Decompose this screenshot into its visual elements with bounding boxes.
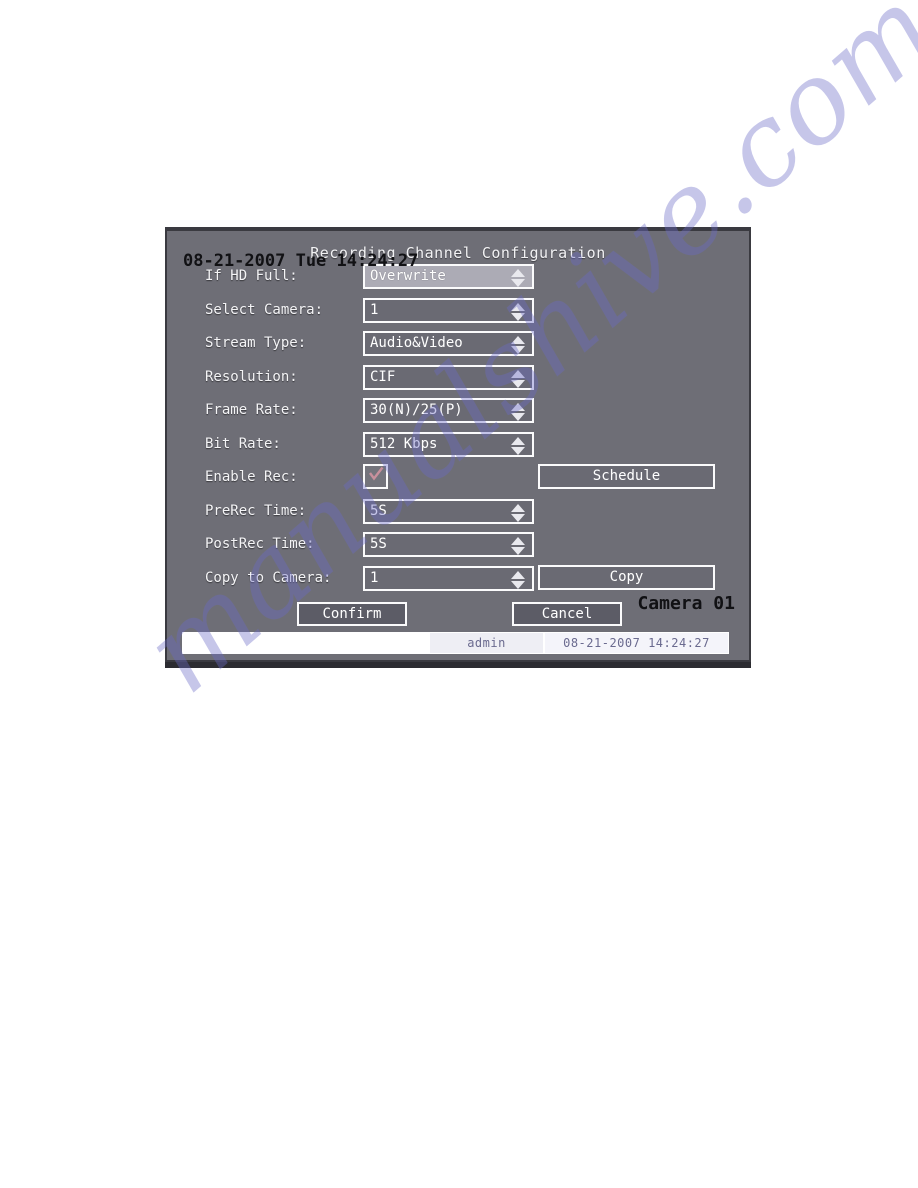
label-stream-type: Stream Type: (205, 335, 307, 351)
spinner-prerec-time[interactable]: 5S (363, 498, 534, 524)
spinner-updown-arrows-icon[interactable] (511, 369, 525, 389)
copy-button[interactable]: Copy (538, 564, 715, 590)
status-bar: admin 08-21-2007 14:24:27 (182, 632, 729, 654)
spinner-updown-arrows-icon[interactable] (511, 436, 525, 456)
row-select-camera: Select Camera: 1 (167, 295, 749, 329)
spinner-value-stream-type: Audio&Video (370, 335, 463, 351)
spinner-updown-arrows-icon[interactable] (511, 402, 525, 422)
checkbox-enable-rec[interactable] (363, 464, 388, 489)
label-postrec-time: PostRec Time: (205, 536, 315, 552)
spinner-updown-arrows-icon[interactable] (511, 536, 525, 556)
capture-bottom-strip (165, 662, 751, 668)
chevron-down-icon[interactable] (511, 513, 525, 522)
spinner-value-bit-rate: 512 Kbps (370, 435, 438, 452)
schedule-button[interactable]: Schedule (538, 464, 715, 489)
chevron-up-icon[interactable] (511, 503, 525, 512)
chevron-up-icon[interactable] (511, 570, 525, 579)
label-resolution: Resolution: (205, 368, 298, 385)
row-prerec-time: PreRec Time: 5S (167, 496, 749, 530)
label-copy-to-camera: Copy to Camera: (205, 569, 332, 586)
row-copy-to-camera: Copy to Camera: 1 Copy (167, 563, 749, 597)
spinner-select-camera[interactable]: 1 (363, 297, 534, 323)
spinner-resolution[interactable]: CIF (363, 364, 534, 390)
chevron-down-icon[interactable] (511, 312, 525, 321)
chevron-up-icon[interactable] (511, 302, 525, 311)
osd-datetime-overlay: 08-21-2007 Tue 14:24:27 (183, 251, 419, 271)
spinner-updown-arrows-icon[interactable] (511, 503, 525, 523)
status-user-field: admin (429, 632, 544, 654)
spinner-value-frame-rate: 30(N)/25(P) (370, 402, 463, 418)
confirm-button[interactable]: Confirm (297, 602, 407, 626)
row-stream-type: Stream Type: Audio&Video (167, 328, 749, 362)
osd-camera-label-overlay: Camera 01 (637, 593, 735, 614)
chevron-down-icon[interactable] (511, 379, 525, 388)
label-frame-rate: Frame Rate: (205, 402, 298, 418)
chevron-down-icon[interactable] (511, 346, 525, 354)
spinner-updown-arrows-icon[interactable] (511, 268, 525, 288)
label-prerec-time: PreRec Time: (205, 502, 307, 519)
spinner-updown-arrows-icon[interactable] (511, 570, 525, 590)
row-bit-rate: Bit Rate: 512 Kbps (167, 429, 749, 463)
status-message-field (182, 632, 429, 654)
spinner-frame-rate[interactable]: 30(N)/25(P) (363, 398, 534, 423)
chevron-up-icon[interactable] (511, 537, 525, 545)
label-bit-rate: Bit Rate: (205, 435, 281, 452)
chevron-down-icon[interactable] (511, 446, 525, 455)
dvr-screen-capture: 08-21-2007 Tue 14:24:27 Camera 01 Record… (165, 227, 751, 668)
spinner-value-postrec-time: 5S (370, 536, 387, 552)
label-enable-rec: Enable Rec: (205, 469, 298, 485)
spinner-value-resolution: CIF (370, 368, 396, 385)
chevron-down-icon[interactable] (511, 413, 525, 421)
chevron-down-icon[interactable] (511, 547, 525, 555)
status-datetime-field: 08-21-2007 14:24:27 (544, 632, 729, 654)
spinner-value-copy-to-camera: 1 (370, 569, 379, 586)
chevron-down-icon[interactable] (511, 580, 525, 589)
chevron-up-icon[interactable] (511, 369, 525, 378)
spinner-value-select-camera: 1 (370, 301, 379, 318)
spinner-copy-to-camera[interactable]: 1 (363, 565, 534, 591)
row-enable-rec: Enable Rec: Schedule (167, 462, 749, 496)
chevron-down-icon[interactable] (511, 279, 525, 287)
spinner-value-prerec-time: 5S (370, 502, 387, 519)
checkmark-icon (368, 466, 384, 482)
configuration-form: If HD Full: Overwrite Select Camera: 1 S… (167, 261, 749, 596)
spinner-updown-arrows-icon[interactable] (511, 302, 525, 322)
spinner-updown-arrows-icon[interactable] (511, 335, 525, 355)
chevron-up-icon[interactable] (511, 436, 525, 445)
label-select-camera: Select Camera: (205, 301, 324, 318)
chevron-up-icon[interactable] (511, 269, 525, 277)
row-frame-rate: Frame Rate: 30(N)/25(P) (167, 395, 749, 429)
spinner-bit-rate[interactable]: 512 Kbps (363, 431, 534, 457)
row-postrec-time: PostRec Time: 5S (167, 529, 749, 563)
chevron-up-icon[interactable] (511, 403, 525, 411)
cancel-button[interactable]: Cancel (512, 602, 622, 626)
chevron-up-icon[interactable] (511, 336, 525, 344)
spinner-stream-type[interactable]: Audio&Video (363, 331, 534, 356)
spinner-postrec-time[interactable]: 5S (363, 532, 534, 557)
row-resolution: Resolution: CIF (167, 362, 749, 396)
dvr-video-area: 08-21-2007 Tue 14:24:27 Camera 01 Record… (167, 231, 749, 660)
